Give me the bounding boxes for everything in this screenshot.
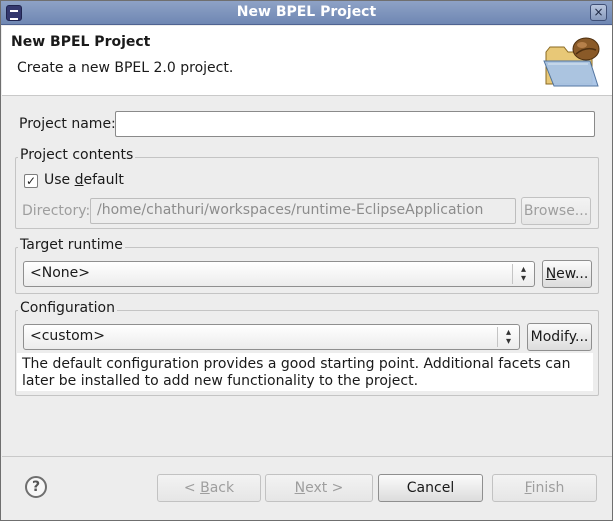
target-runtime-selected: <None>: [30, 265, 90, 281]
new-runtime-button[interactable]: New...: [542, 260, 592, 288]
new-bpel-project-dialog: New BPEL Project × New BPEL Project Crea…: [0, 0, 613, 521]
footer-separator: [2, 456, 612, 457]
use-default-checkbox[interactable]: ✓: [24, 174, 38, 188]
target-runtime-select[interactable]: <None> ▴ ▾: [23, 261, 535, 287]
project-name-label: Project name:: [19, 116, 116, 132]
configuration-group-label: Configuration: [18, 300, 117, 316]
finish-button[interactable]: Finish: [492, 474, 597, 502]
combo-arrows-icon: ▴ ▾: [497, 327, 519, 347]
cancel-button[interactable]: Cancel: [378, 474, 483, 502]
help-icon[interactable]: ?: [25, 476, 47, 498]
close-button[interactable]: ×: [590, 4, 607, 21]
page-description: Create a new BPEL 2.0 project.: [17, 60, 234, 76]
configuration-select[interactable]: <custom> ▴ ▾: [23, 324, 520, 350]
window-title: New BPEL Project: [236, 4, 377, 20]
wizard-header: New BPEL Project Create a new BPEL 2.0 p…: [2, 26, 612, 96]
use-default-label[interactable]: Use default: [44, 172, 124, 188]
target-runtime-group-label: Target runtime: [18, 237, 125, 253]
next-button[interactable]: Next >: [265, 474, 373, 502]
directory-label: Directory:: [22, 203, 91, 219]
browse-button[interactable]: Browse...: [521, 197, 591, 225]
project-name-input[interactable]: [115, 111, 595, 137]
combo-arrows-icon: ▴ ▾: [512, 264, 534, 284]
directory-input[interactable]: /home/chathuri/workspaces/runtime-Eclips…: [90, 198, 516, 224]
project-contents-group-label: Project contents: [18, 147, 136, 163]
modify-button[interactable]: Modify...: [527, 323, 592, 351]
configuration-description: The default configuration provides a goo…: [17, 353, 593, 391]
folder-with-bean-icon: [543, 37, 600, 87]
back-button[interactable]: < Back: [157, 474, 261, 502]
configuration-selected: <custom>: [30, 328, 106, 344]
title-bar[interactable]: New BPEL Project ×: [1, 1, 612, 25]
page-title: New BPEL Project: [11, 34, 151, 50]
